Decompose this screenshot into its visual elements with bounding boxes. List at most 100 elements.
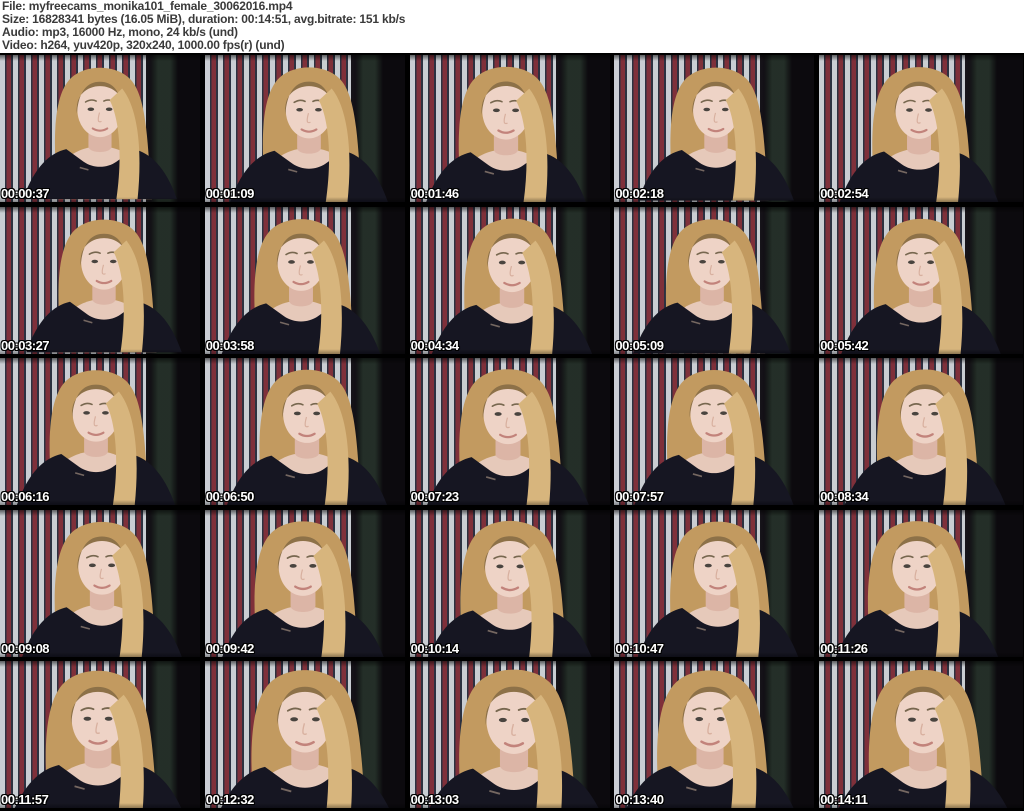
video-frame-thumbnail: 00:02:54 <box>819 55 1024 202</box>
timestamp-overlay: 00:08:34 <box>820 489 869 505</box>
timestamp-overlay: 00:13:03 <box>410 792 460 808</box>
person-figure <box>22 67 178 200</box>
metadata-header: File: myfreecams_monika101_female_300620… <box>0 0 1024 53</box>
person-figure <box>14 671 182 809</box>
timestamp-overlay: 00:13:40 <box>615 792 664 808</box>
timestamp-overlay: 00:03:58 <box>205 337 255 353</box>
person-figure <box>634 370 794 506</box>
thumbnail-cell: 00:09:08 <box>0 507 205 660</box>
eye-right <box>105 107 113 111</box>
video-frame-thumbnail: 00:05:09 <box>614 206 815 354</box>
thumbnail-cell: 00:02:18 <box>614 53 820 205</box>
video-frame-thumbnail: 00:10:14 <box>409 509 610 657</box>
person-figure <box>222 521 384 657</box>
timestamp-overlay: 00:04:34 <box>410 337 460 353</box>
thumbnail-cell: 00:01:46 <box>409 53 615 205</box>
timestamp-overlay: 00:14:11 <box>820 792 868 808</box>
thumbnail-cell: 00:13:40 <box>614 659 820 811</box>
eye-left <box>296 107 303 112</box>
thumbnail-cell: 00:12:32 <box>204 659 410 811</box>
timestamp-overlay: 00:05:42 <box>820 337 869 353</box>
video-frame-thumbnail: 00:14:11 <box>819 661 1024 809</box>
person-figure <box>428 520 592 657</box>
person-figure <box>633 218 792 354</box>
video-frame-thumbnail: 00:09:42 <box>204 509 405 657</box>
thumbnail-cell: 00:05:09 <box>614 204 820 357</box>
video-frame-thumbnail: 00:07:23 <box>409 358 610 506</box>
person-figure <box>16 370 176 506</box>
timestamp-overlay: 00:09:42 <box>205 640 255 656</box>
video-frame-thumbnail: 00:03:58 <box>204 206 405 354</box>
thumbnail-cell: 00:14:11 <box>819 659 1024 811</box>
video-frame-thumbnail: 00:06:16 <box>0 358 200 506</box>
thumbnail-grid: 00:00:37 00:01:09 00:01:46 00:02:18 00:0… <box>0 53 1024 811</box>
video-frame-thumbnail: 00:10:47 <box>614 509 815 657</box>
timestamp-overlay: 00:01:09 <box>205 186 255 201</box>
thumbnail-cell: 00:06:50 <box>204 356 410 508</box>
thumbnail-cell: 00:03:58 <box>204 204 410 357</box>
timestamp-overlay: 00:00:37 <box>1 186 50 201</box>
thumbnail-cell: 00:06:16 <box>0 356 205 508</box>
person-figure <box>638 521 799 657</box>
person-figure <box>26 219 182 352</box>
timestamp-overlay: 00:07:23 <box>410 489 460 505</box>
timestamp-overlay: 00:10:14 <box>410 640 460 656</box>
video-frame-thumbnail: 00:05:42 <box>819 206 1024 354</box>
thumbnail-cell: 00:07:23 <box>409 356 615 508</box>
timestamp-overlay: 00:05:09 <box>615 337 664 353</box>
timestamp-overlay: 00:02:18 <box>615 186 664 201</box>
thumbnail-cell: 00:00:37 <box>0 53 205 205</box>
person-figure <box>839 67 999 202</box>
thumbnail-cell: 00:08:34 <box>819 356 1024 508</box>
person-figure <box>841 218 1001 354</box>
timestamp-overlay: 00:01:46 <box>410 186 460 201</box>
eye-right <box>314 107 322 112</box>
video-frame-thumbnail: 00:01:46 <box>409 55 610 202</box>
thumbnail-cell: 00:11:26 <box>819 507 1024 660</box>
person-figure <box>836 520 999 657</box>
video-frame-thumbnail: 00:01:09 <box>204 55 405 202</box>
thumbnail-cell: 00:01:09 <box>204 53 410 205</box>
person-figure <box>226 370 387 506</box>
thumbnail-cell: 00:10:14 <box>409 507 615 660</box>
person-figure <box>838 670 1008 809</box>
timestamp-overlay: 00:11:57 <box>1 792 49 808</box>
thumbnail-cell: 00:10:47 <box>614 507 820 660</box>
video-frame-thumbnail: 00:04:34 <box>409 206 610 354</box>
video-frame-thumbnail: 00:06:50 <box>204 358 405 506</box>
timestamp-overlay: 00:09:08 <box>1 640 50 656</box>
video-frame-thumbnail: 00:00:37 <box>0 55 200 202</box>
timestamp-overlay: 00:06:50 <box>205 489 255 505</box>
eye-left <box>87 107 95 111</box>
timestamp-overlay: 00:12:32 <box>205 792 255 808</box>
timestamp-overlay: 00:07:57 <box>615 489 664 505</box>
video-frame-thumbnail: 00:08:34 <box>819 358 1024 506</box>
video-frame-thumbnail: 00:09:08 <box>0 509 200 657</box>
person-figure <box>638 67 795 201</box>
person-figure <box>22 521 182 657</box>
timestamp-overlay: 00:03:27 <box>1 337 50 353</box>
video-frame-thumbnail: 00:11:26 <box>819 509 1024 657</box>
video-frame-thumbnail: 00:02:18 <box>614 55 815 202</box>
person-figure <box>220 670 389 809</box>
timestamp-overlay: 00:06:16 <box>1 489 50 505</box>
metadata-line-video: Video: h264, yuv420p, 320x240, 1000.00 f… <box>2 38 285 52</box>
thumbnail-cell: 00:11:57 <box>0 659 205 811</box>
thumbnail-cell: 00:09:42 <box>204 507 410 660</box>
thumbnail-cell: 00:02:54 <box>819 53 1024 205</box>
timestamp-overlay: 00:02:54 <box>820 186 869 201</box>
person-figure <box>626 670 794 809</box>
thumbnail-cell: 00:03:27 <box>0 204 205 357</box>
video-frame-thumbnail: 00:13:03 <box>409 661 610 809</box>
video-frame-thumbnail: 00:11:57 <box>0 661 200 809</box>
person-figure <box>426 369 589 506</box>
thumbnail-cell: 00:04:34 <box>409 204 615 357</box>
video-frame-thumbnail: 00:07:57 <box>614 358 815 506</box>
video-frame-thumbnail: 00:12:32 <box>204 661 405 809</box>
person-figure <box>425 66 586 202</box>
person-figure <box>844 369 1006 506</box>
person-figure <box>431 218 592 354</box>
timestamp-overlay: 00:11:26 <box>820 640 868 656</box>
thumbnail-cell: 00:07:57 <box>614 356 820 508</box>
video-frame-thumbnail: 00:03:27 <box>0 206 200 354</box>
